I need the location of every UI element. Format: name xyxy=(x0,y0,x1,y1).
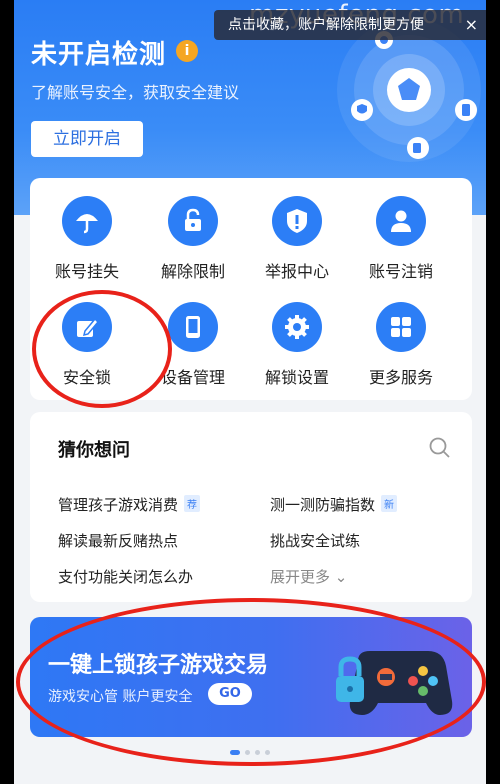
carousel-dot xyxy=(245,750,250,755)
shield-alert-icon xyxy=(272,196,322,246)
promo-subtitle: 游戏安心管 账户更安全 xyxy=(48,689,193,705)
service-label: 解除限制 xyxy=(160,262,225,281)
service-label: 解锁设置 xyxy=(264,368,329,387)
phone-icon xyxy=(168,302,218,352)
service-more[interactable]: 更多服务 xyxy=(356,302,446,388)
expand-more-label: 展开更多 xyxy=(270,568,331,586)
services-card: 账号挂失 解除限制 举报中心 账号注销 安全锁 设备管理 解锁设置 更多服务 xyxy=(30,178,472,400)
carousel-dot-active xyxy=(230,750,240,755)
service-security-lock[interactable]: 安全锁 xyxy=(42,302,132,388)
header-subtitle: 了解账号安全，获取安全建议 xyxy=(31,83,240,102)
service-account-cancel[interactable]: 账号注销 xyxy=(356,196,446,282)
service-device-manage[interactable]: 设备管理 xyxy=(148,302,238,388)
carousel-dot xyxy=(265,750,270,755)
info-icon[interactable]: i xyxy=(176,40,198,62)
go-button[interactable]: GO xyxy=(208,683,252,705)
expand-more-link[interactable]: 展开更多 ⌄ xyxy=(270,566,347,587)
service-report-center[interactable]: 举报中心 xyxy=(252,196,342,282)
grid-icon xyxy=(376,302,426,352)
faq-title: 猜你想问 xyxy=(58,440,130,461)
promo-banner[interactable]: 一键上锁孩子游戏交易 游戏安心管 账户更安全 GO xyxy=(30,617,472,737)
lock-edit-icon xyxy=(62,302,112,352)
service-account-loss[interactable]: 账号挂失 xyxy=(42,196,132,282)
service-unlock-settings[interactable]: 解锁设置 xyxy=(252,302,342,388)
search-icon[interactable] xyxy=(428,436,452,460)
faq-item[interactable]: 测一测防骗指数新 xyxy=(270,494,398,515)
faq-card: 猜你想问 管理孩子游戏消费荐 测一测防骗指数新 解读最新反赌热点 挑战安全试练 … xyxy=(30,412,472,602)
faq-item-text: 管理孩子游戏消费 xyxy=(58,496,179,514)
service-label: 设备管理 xyxy=(160,368,225,387)
recommend-badge: 荐 xyxy=(184,495,201,512)
faq-item[interactable]: 支付功能关闭怎么办 xyxy=(58,566,193,587)
new-badge: 新 xyxy=(381,495,398,512)
game-controller-icon xyxy=(336,651,453,715)
user-icon xyxy=(376,196,426,246)
carousel-indicator xyxy=(230,750,270,755)
notice-banner-text: 点击收藏，账户解除限制更方便 xyxy=(228,17,424,33)
chevron-down-icon: ⌄ xyxy=(334,568,348,586)
start-detection-button[interactable]: 立即开启 xyxy=(31,121,143,157)
service-label: 举报中心 xyxy=(264,262,329,281)
umbrella-icon xyxy=(62,196,112,246)
page-title: 未开启检测 xyxy=(31,40,167,70)
faq-item[interactable]: 挑战安全试练 xyxy=(270,530,360,551)
app-screen: 未开启检测 i 了解账号安全，获取安全建议 立即开启 mzyuefeng.com… xyxy=(14,0,486,784)
gear-icon xyxy=(272,302,322,352)
faq-item[interactable]: 管理孩子游戏消费荐 xyxy=(58,494,201,515)
faq-item-text: 测一测防骗指数 xyxy=(270,496,376,514)
service-label: 更多服务 xyxy=(368,368,433,387)
close-icon[interactable]: × xyxy=(465,10,478,40)
promo-title: 一键上锁孩子游戏交易 xyxy=(48,653,269,678)
faq-item[interactable]: 解读最新反赌热点 xyxy=(58,530,178,551)
carousel-dot xyxy=(255,750,260,755)
unlock-icon xyxy=(168,196,218,246)
service-label: 账号挂失 xyxy=(54,262,119,281)
service-label: 账号注销 xyxy=(368,262,433,281)
security-radar-illustration xyxy=(337,20,481,162)
service-label: 安全锁 xyxy=(62,368,111,387)
notice-banner[interactable]: 点击收藏，账户解除限制更方便 × xyxy=(214,10,486,40)
service-remove-limit[interactable]: 解除限制 xyxy=(148,196,238,282)
